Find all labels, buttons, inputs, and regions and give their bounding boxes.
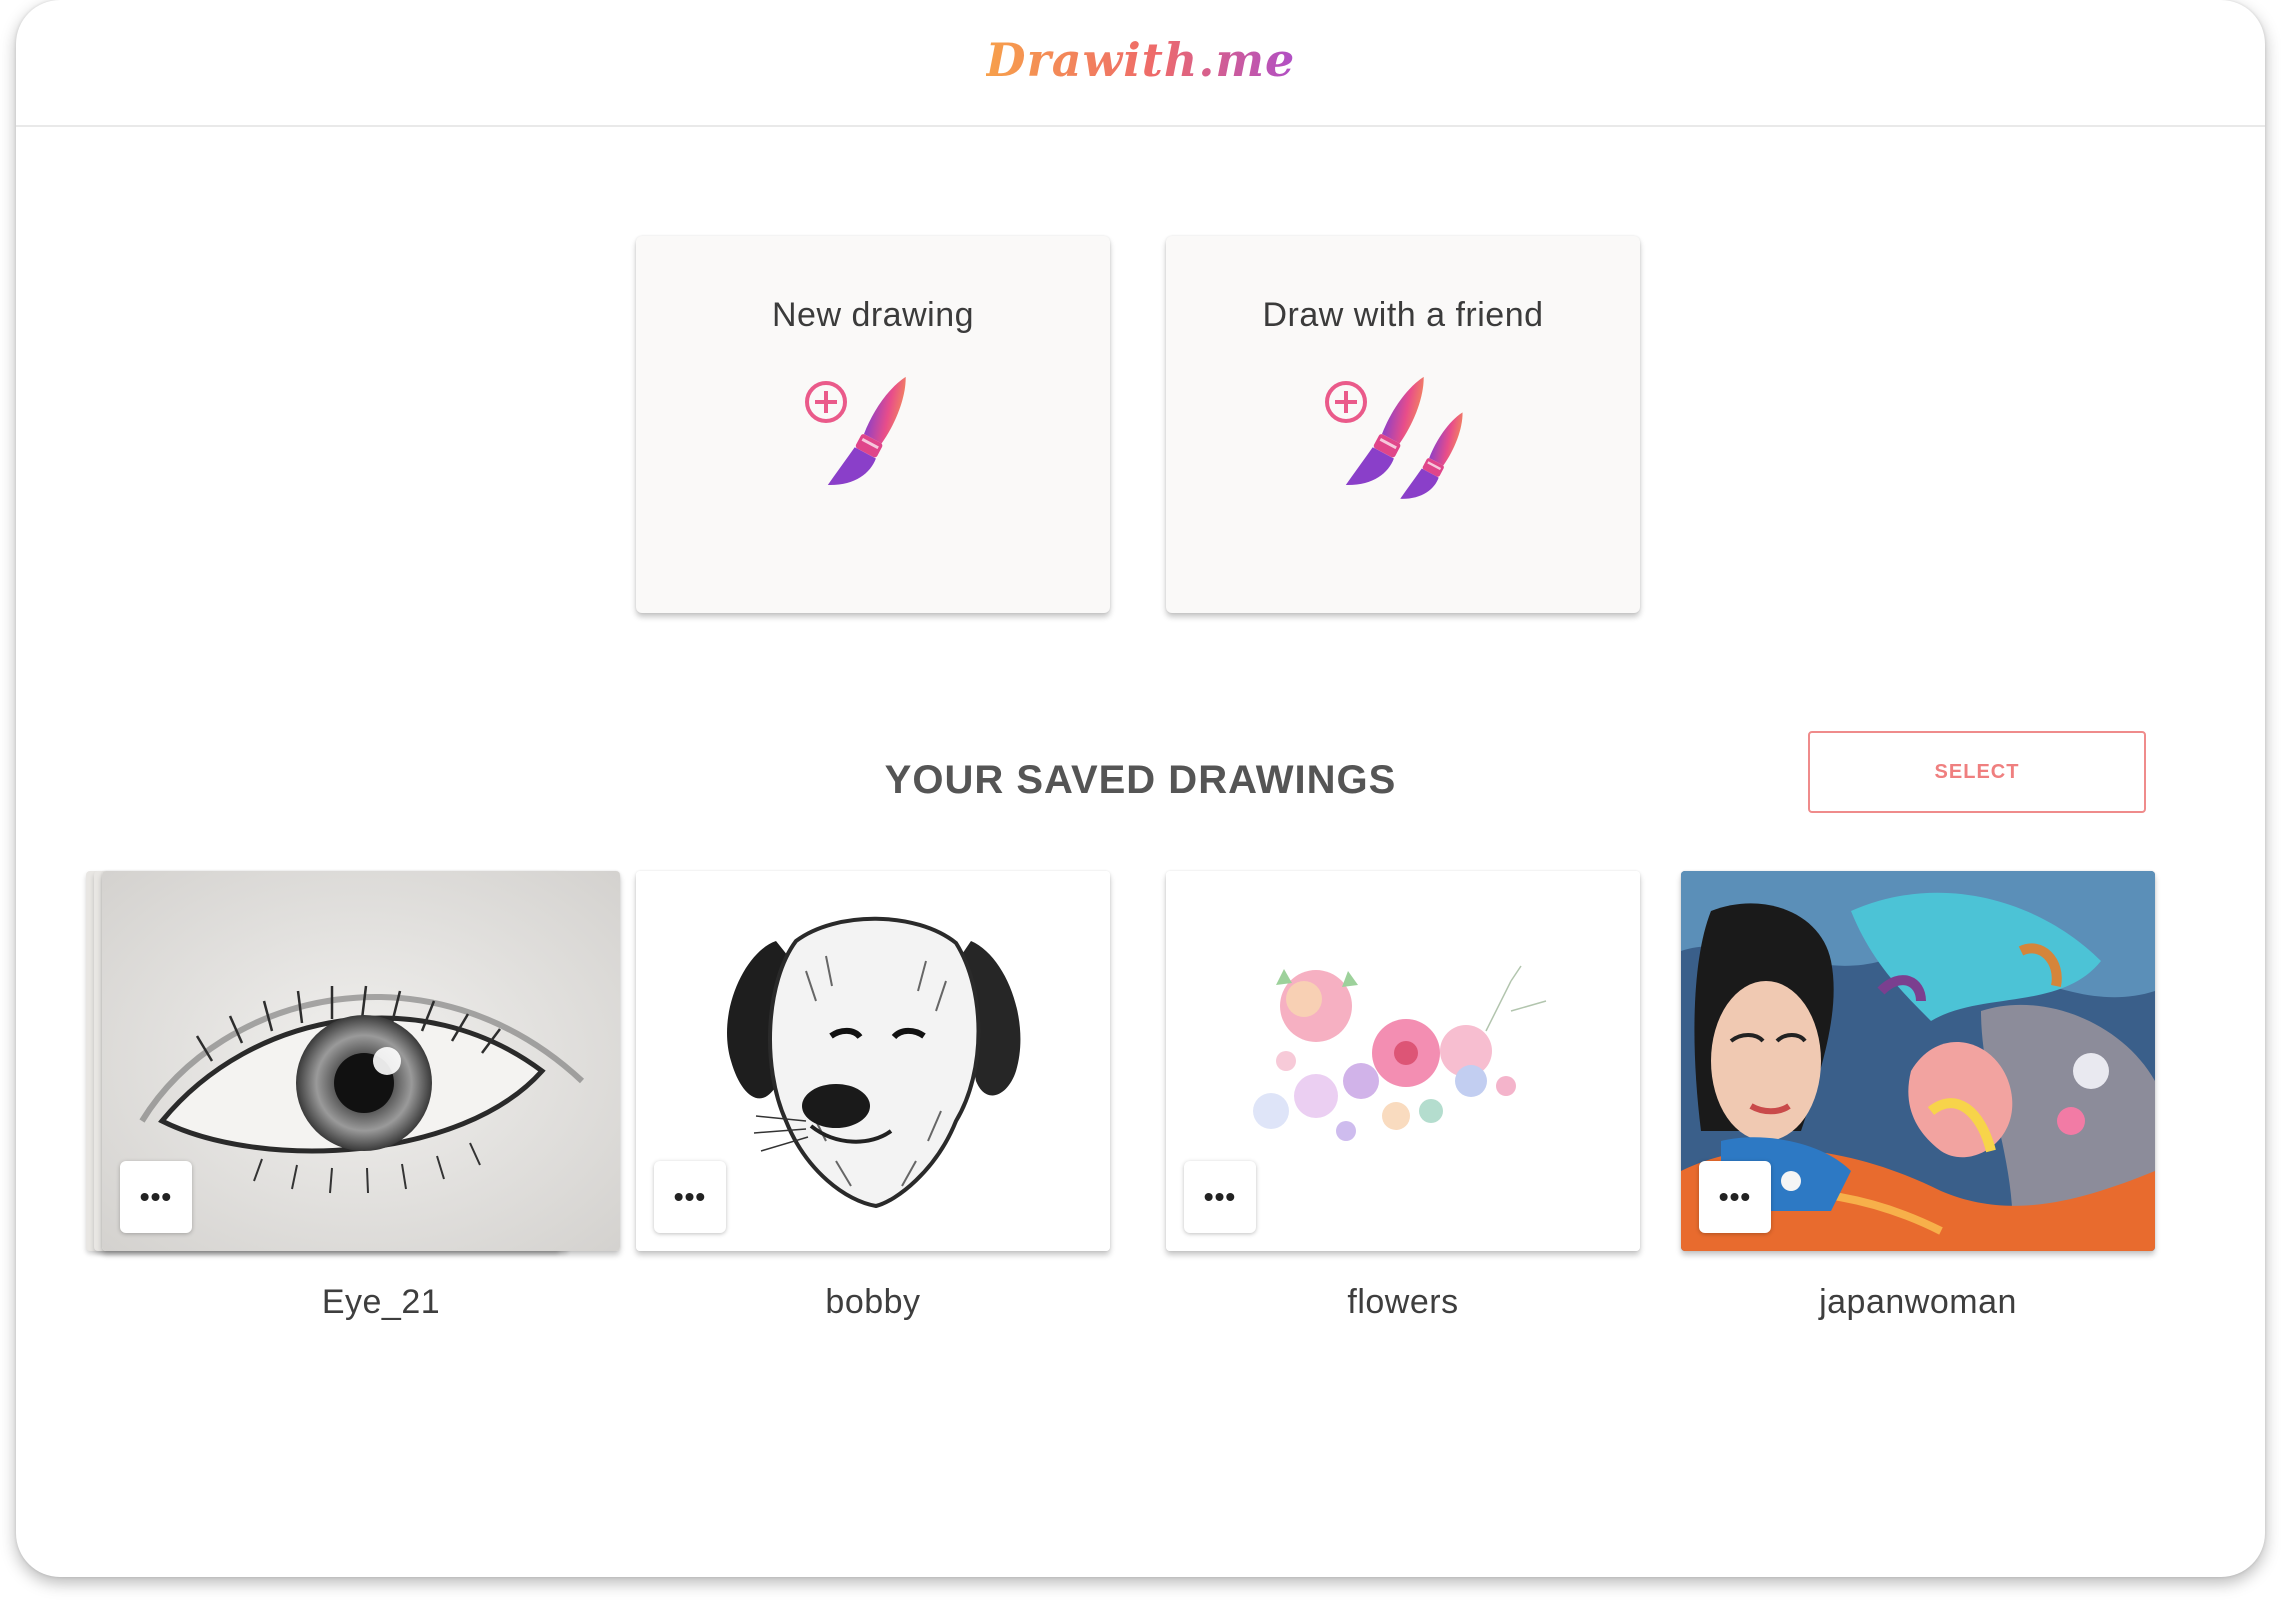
drawing-more-button[interactable]: ••• xyxy=(1184,1161,1256,1233)
select-button[interactable]: SELECT xyxy=(1808,731,2146,813)
drawing-card-flowers[interactable]: ••• xyxy=(1166,871,1640,1251)
drawing-more-button[interactable]: ••• xyxy=(120,1161,192,1233)
drawing-caption-japanwoman[interactable]: japanwoman xyxy=(1681,1283,2155,1322)
two-brushes-add-icon xyxy=(1325,376,1463,499)
drawing-card-bobby[interactable]: ••• xyxy=(636,871,1110,1251)
app-window: Drawith.me New drawing Draw with a frien… xyxy=(16,0,2265,1577)
drawing-card-japanwoman[interactable]: ••• xyxy=(1681,871,2155,1251)
drawing-more-button[interactable]: ••• xyxy=(1699,1161,1771,1233)
header: Drawith.me xyxy=(16,0,2265,127)
app-logo[interactable]: Drawith.me xyxy=(986,33,1296,87)
new-drawing-label: New drawing xyxy=(771,296,975,334)
drawing-caption-flowers[interactable]: flowers xyxy=(1166,1283,1640,1322)
drawing-more-button[interactable]: ••• xyxy=(654,1161,726,1233)
drawing-card-eye[interactable]: ••• xyxy=(102,871,620,1251)
drawing-caption-eye[interactable]: Eye_21 xyxy=(144,1283,618,1322)
new-drawing-card[interactable]: New drawing xyxy=(636,236,1110,613)
draw-with-friend-card[interactable]: Draw with a friend xyxy=(1166,236,1640,613)
drawing-caption-bobby[interactable]: bobby xyxy=(636,1283,1110,1322)
draw-with-friend-label: Draw with a friend xyxy=(1262,296,1544,334)
single-brush-add-icon xyxy=(805,376,906,485)
